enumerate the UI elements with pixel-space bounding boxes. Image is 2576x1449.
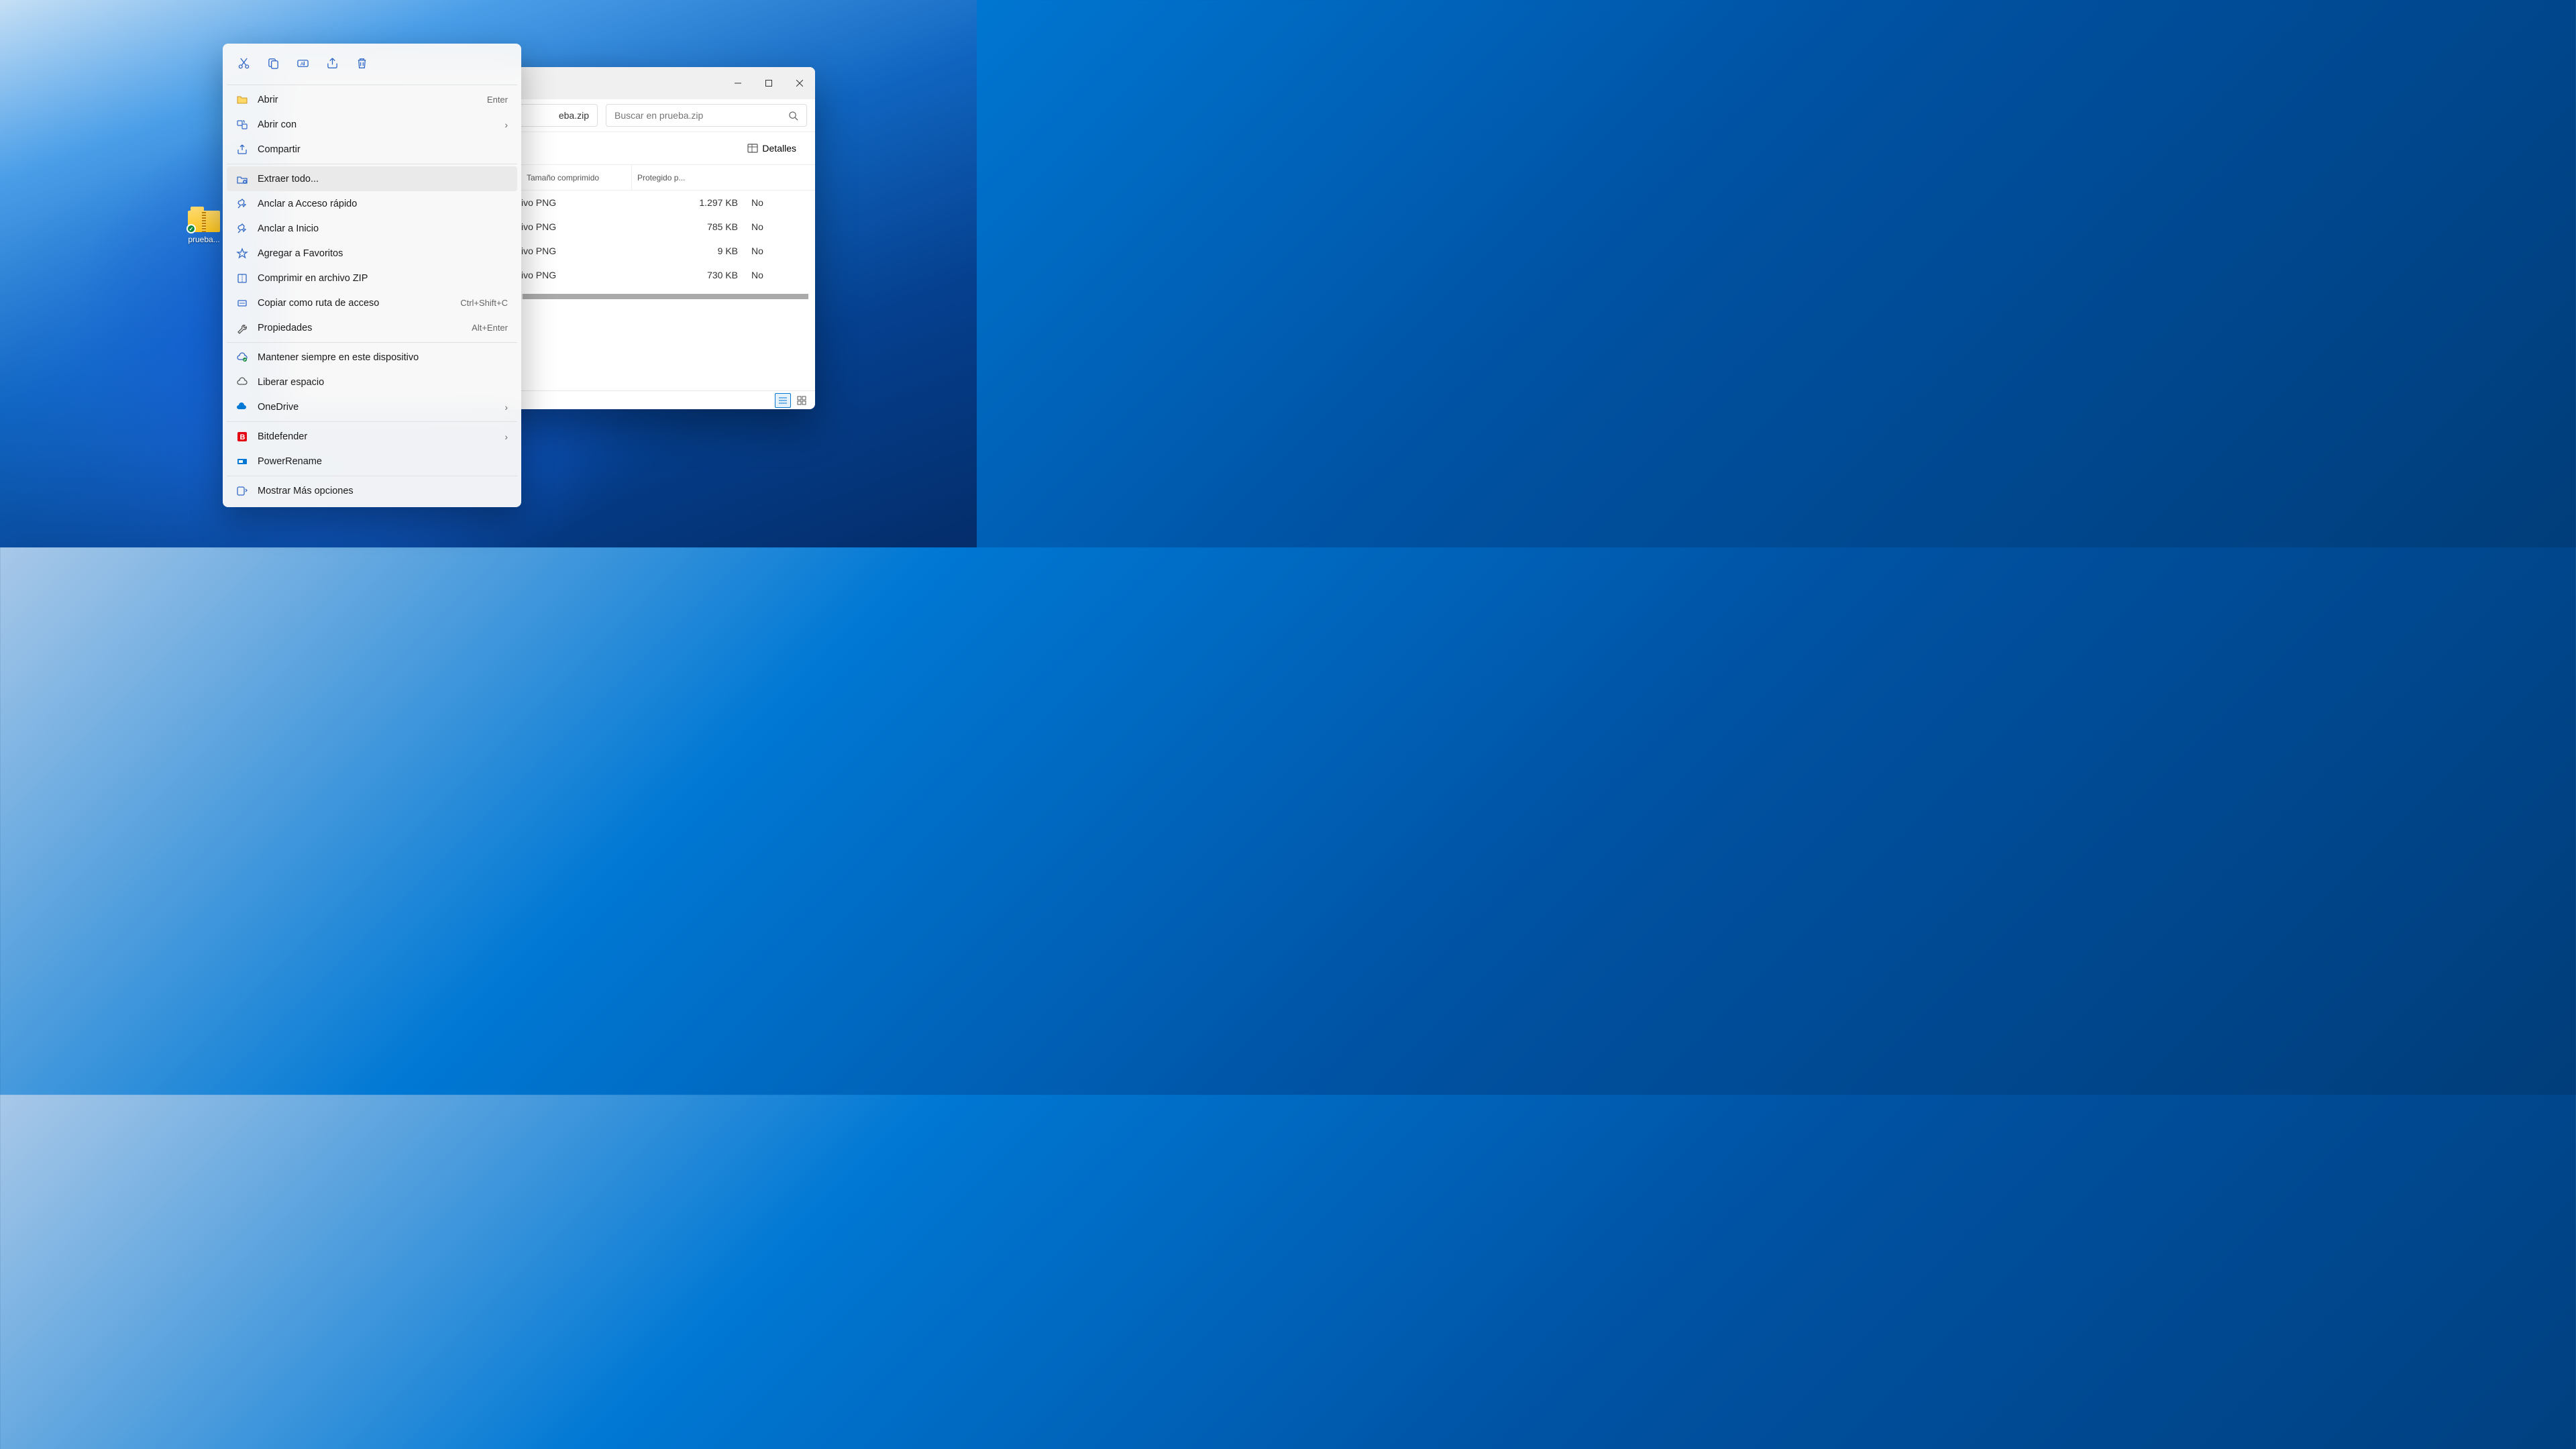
onedrive-icon [236,401,248,413]
menu-open[interactable]: Abrir Enter [227,87,517,112]
menu-onedrive-label: OneDrive [258,402,495,413]
rename-button[interactable]: A [290,50,315,76]
file-type: ivo PNG [521,239,635,263]
menu-onedrive[interactable]: OneDrive › [227,394,517,419]
search-input[interactable] [614,110,788,121]
cut-button[interactable] [231,50,256,76]
search-icon[interactable] [788,111,798,121]
chevron-right-icon: › [504,402,508,413]
menu-powerrename[interactable]: PowerRename [227,449,517,474]
file-type: ivo PNG [521,263,635,287]
menu-open-label: Abrir [258,95,478,105]
context-separator [227,421,517,422]
menu-copy-path[interactable]: Copiar como ruta de acceso Ctrl+Shift+C [227,290,517,315]
menu-properties-label: Propiedades [258,323,462,333]
details-view-button[interactable]: Detalles [742,137,802,160]
zip-icon [236,272,248,284]
desktop-icon-label: prueba... [188,235,219,244]
cloud-icon [236,376,248,388]
delete-icon-button[interactable] [349,50,374,76]
file-type: ivo PNG [521,191,635,215]
column-compressed-size[interactable]: Tamaño comprimido [527,173,599,182]
menu-free-space-label: Liberar espacio [258,377,508,388]
menu-more-options-label: Mostrar Más opciones [258,486,508,496]
wrench-icon [236,322,248,334]
menu-add-favorites[interactable]: Agregar a Favoritos [227,241,517,266]
column-protected[interactable]: Protegido p... [637,173,685,182]
context-separator [227,342,517,343]
menu-bitdefender[interactable]: B Bitdefender › [227,424,517,449]
file-size: 9 KB [635,239,746,263]
copy-path-icon [236,297,248,309]
address-text: eba.zip [559,110,589,121]
menu-extract-all[interactable]: Extraer todo... [227,166,517,191]
scrollbar-thumb[interactable] [523,294,808,299]
menu-copy-path-label: Copiar como ruta de acceso [258,298,451,309]
menu-pin-start-label: Anclar a Inicio [258,223,508,234]
menu-open-with[interactable]: Abrir con › [227,112,517,137]
file-type: ivo PNG [521,215,635,239]
copy-button[interactable] [260,50,286,76]
open-with-icon [236,119,248,131]
file-protected: No [746,239,810,263]
more-options-icon [236,485,248,497]
minimize-button[interactable] [722,70,753,97]
menu-more-options[interactable]: Mostrar Más opciones [227,478,517,503]
extract-icon [236,173,248,185]
menu-properties[interactable]: Propiedades Alt+Enter [227,315,517,340]
menu-always-keep-label: Mantener siempre en este dispositivo [258,352,508,363]
pin-start-icon [236,223,248,235]
file-protected: No [746,191,810,215]
file-size: 730 KB [635,263,746,287]
pin-icon [236,198,248,210]
menu-add-favorites-label: Agregar a Favoritos [258,248,508,259]
file-protected: No [746,215,810,239]
share-icon [236,144,248,156]
menu-pin-quick-label: Anclar a Acceso rápido [258,199,508,209]
menu-open-with-label: Abrir con [258,119,495,130]
file-size: 785 KB [635,215,746,239]
menu-share-label: Compartir [258,144,508,155]
list-view-button[interactable] [775,393,791,408]
menu-pin-quick[interactable]: Anclar a Acceso rápido [227,191,517,216]
menu-share[interactable]: Compartir [227,137,517,162]
close-button[interactable] [784,70,815,97]
menu-compress-zip[interactable]: Comprimir en archivo ZIP [227,266,517,290]
desktop-icon-zip[interactable]: prueba... [188,207,220,244]
cloud-sync-icon [236,352,248,364]
details-label: Detalles [762,143,796,154]
powerrename-icon [236,455,248,468]
file-size: 1.297 KB [635,191,746,215]
menu-pin-start[interactable]: Anclar a Inicio [227,216,517,241]
menu-copy-path-shortcut: Ctrl+Shift+C [460,298,508,308]
svg-text:B: B [240,433,246,441]
bitdefender-icon: B [236,431,248,443]
star-icon [236,248,248,260]
context-menu-icon-row: A [227,48,517,83]
menu-properties-shortcut: Alt+Enter [472,323,508,333]
menu-extract-all-label: Extraer todo... [258,174,508,184]
menu-powerrename-label: PowerRename [258,456,508,467]
grid-view-button[interactable] [794,393,810,408]
menu-free-space[interactable]: Liberar espacio [227,370,517,394]
context-menu: A Abrir Enter Abrir con › Compartir [223,44,521,507]
maximize-button[interactable] [753,70,784,97]
search-box[interactable] [606,104,807,127]
share-icon-button[interactable] [319,50,345,76]
sync-status-badge [186,224,196,233]
menu-bitdefender-label: Bitdefender [258,431,495,442]
menu-open-shortcut: Enter [487,95,508,105]
zip-folder-icon [188,207,220,232]
file-protected: No [746,263,810,287]
menu-always-keep[interactable]: Mantener siempre en este dispositivo [227,345,517,370]
chevron-right-icon: › [504,119,508,130]
folder-open-icon [236,94,248,106]
menu-compress-zip-label: Comprimir en archivo ZIP [258,273,508,284]
chevron-right-icon: › [504,431,508,442]
